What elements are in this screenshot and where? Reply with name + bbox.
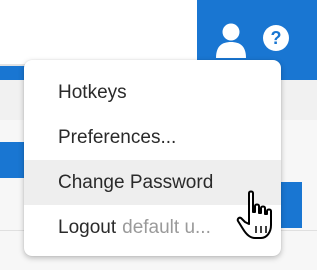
menu-item-hotkeys[interactable]: Hotkeys (24, 70, 281, 115)
help-button[interactable]: ? (262, 24, 290, 52)
user-icon (216, 23, 246, 58)
hand-pointer-cursor (236, 190, 278, 244)
menu-item-label: Preferences... (58, 126, 177, 148)
svg-text:?: ? (271, 28, 282, 48)
hand-cursor-icon (236, 190, 272, 239)
background-panel-left (0, 142, 24, 178)
menu-item-label: Logout (58, 216, 117, 238)
menu-item-preferences[interactable]: Preferences... (24, 115, 281, 160)
user-menu-button[interactable] (214, 22, 248, 58)
help-icon: ? (263, 25, 289, 51)
menu-item-label: Hotkeys (58, 81, 127, 103)
logout-username: default u... (122, 216, 211, 238)
menu-item-label: Change Password (58, 171, 214, 193)
search-field[interactable] (0, 0, 197, 66)
